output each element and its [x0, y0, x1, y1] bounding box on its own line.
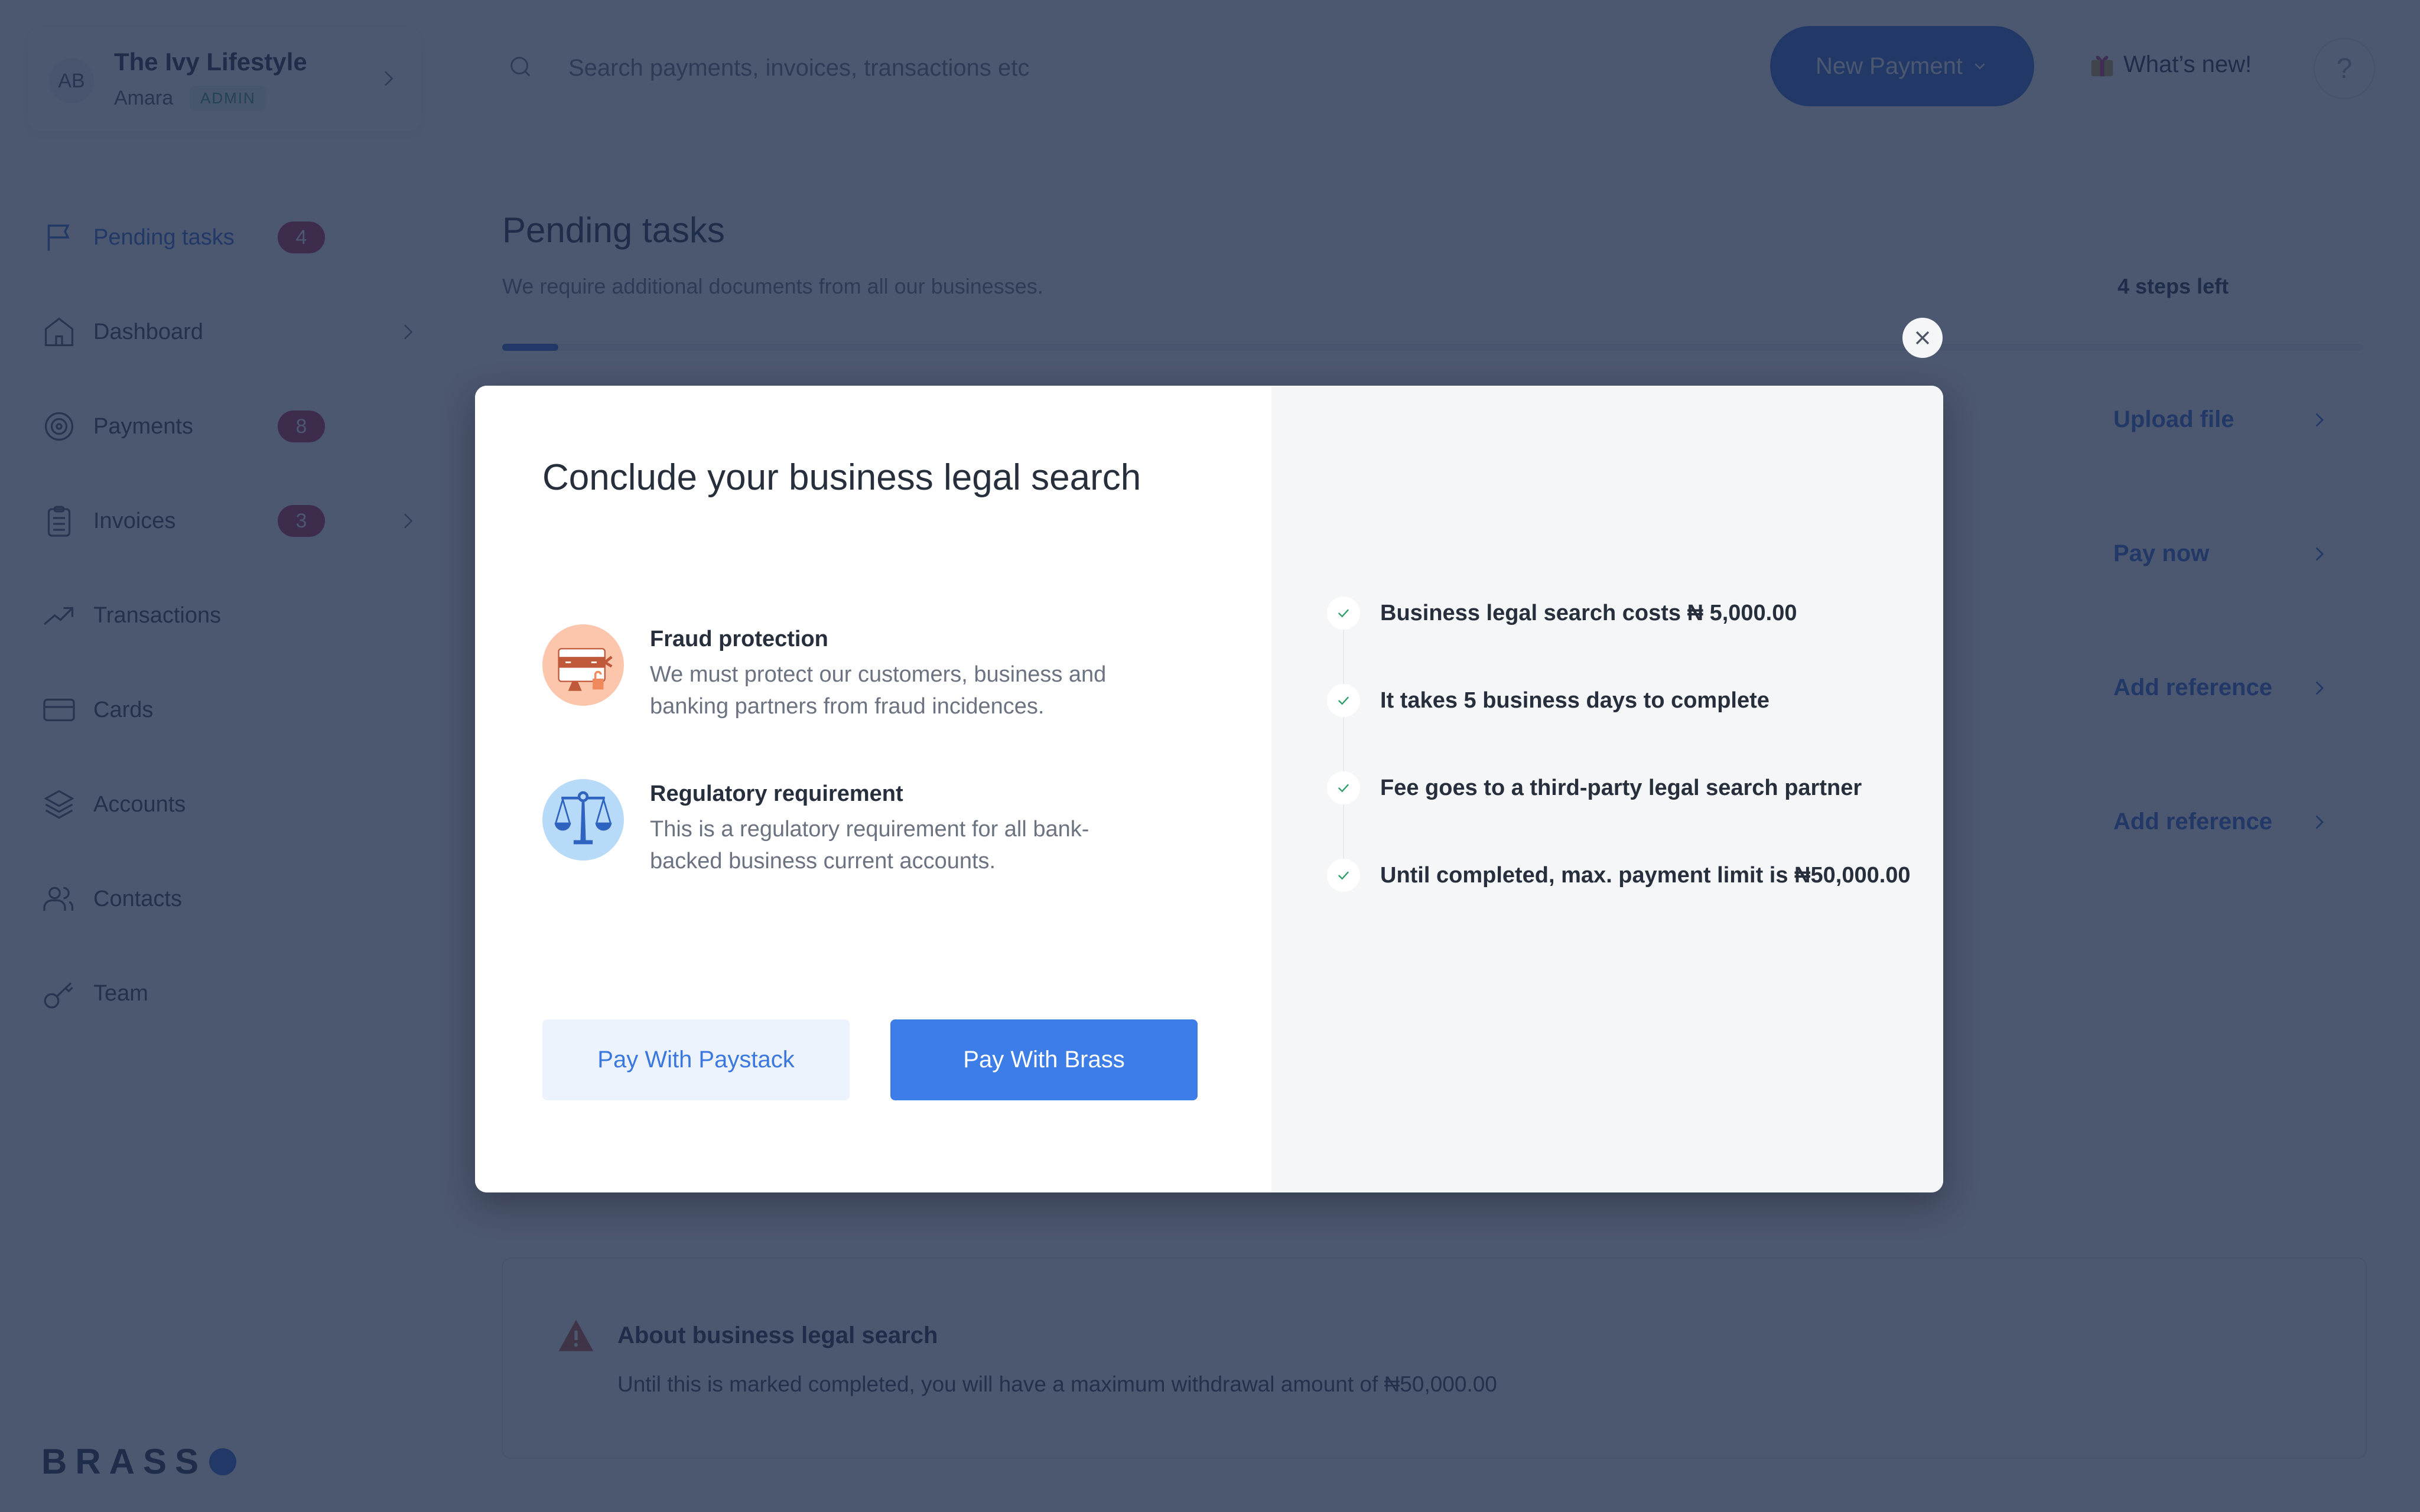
app-page: AB The Ivy Lifestyle Amara ADMIN Pending… — [0, 0, 2420, 1512]
checklist-text: Business legal search costs ₦ 5,000.00 — [1380, 600, 1797, 625]
pay-with-brass-button[interactable]: Pay With Brass — [890, 1019, 1198, 1100]
pay-with-paystack-button[interactable]: Pay With Paystack — [542, 1019, 850, 1100]
reason-text: This is a regulatory requirement for all… — [650, 817, 1089, 874]
check-icon — [1327, 859, 1360, 892]
reason-title: Fraud protection — [650, 627, 828, 651]
check-icon — [1327, 684, 1360, 717]
close-icon — [1915, 331, 1930, 345]
checklist-connector — [1343, 613, 1344, 873]
fraud-card-icon — [542, 624, 624, 706]
modal-title: Conclude your business legal search — [542, 457, 1141, 498]
checklist-text: It takes 5 business days to complete — [1380, 687, 1770, 713]
check-icon — [1327, 597, 1360, 630]
checklist-item: Until completed, max. payment limit is ₦… — [1327, 858, 1911, 893]
check-icon — [1327, 771, 1360, 804]
checklist-item: Business legal search costs ₦ 5,000.00 — [1327, 595, 1797, 631]
modal-left-panel: Conclude your business legal search Frau… — [475, 386, 1271, 1192]
scales-icon — [542, 779, 624, 861]
modal-right-panel: Business legal search costs ₦ 5,000.00 I… — [1271, 386, 1943, 1192]
reason-text: We must protect our customers, business … — [650, 662, 1107, 719]
checklist-item: Fee goes to a third-party legal search p… — [1327, 770, 1862, 806]
reason-title: Regulatory requirement — [650, 781, 903, 806]
checklist-text: Until completed, max. payment limit is ₦… — [1380, 862, 1911, 888]
checklist-text: Fee goes to a third-party legal search p… — [1380, 775, 1862, 800]
checklist-item: It takes 5 business days to complete — [1327, 683, 1770, 718]
legal-search-modal: Conclude your business legal search Frau… — [475, 386, 1943, 1192]
close-modal-button[interactable] — [1902, 318, 1943, 358]
